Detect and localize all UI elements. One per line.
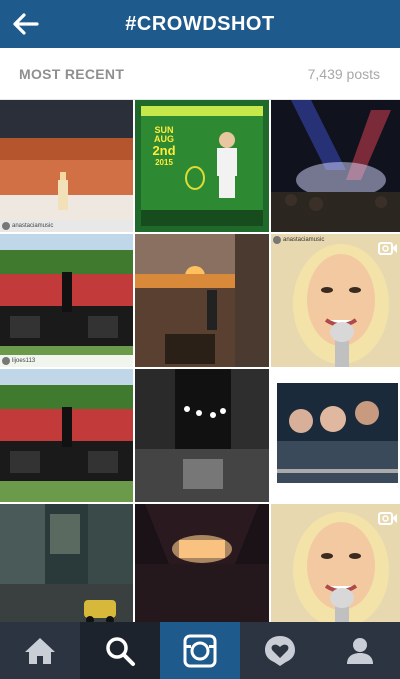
- photo-credit: lijoes113: [0, 355, 133, 367]
- section-header: MOST RECENT 7,439 posts: [0, 48, 400, 100]
- grid-tile-concert-crowd[interactable]: anastaciamusic: [0, 100, 133, 232]
- photo-credit: anastaciamusic: [0, 220, 133, 232]
- grid-tile-vintage-city[interactable]: [0, 504, 133, 622]
- arrow-left-icon: [13, 13, 39, 35]
- grid-tile-outdoor-stage-2[interactable]: [0, 369, 133, 502]
- nav-activity[interactable]: [240, 622, 320, 679]
- nav-profile[interactable]: [320, 622, 400, 679]
- nav-search[interactable]: [80, 622, 160, 679]
- section-label: MOST RECENT: [19, 65, 125, 82]
- grid-tile-singer-video[interactable]: anastaciamusic: [271, 234, 400, 367]
- grid-tile-sunset-stage[interactable]: [135, 234, 269, 367]
- photo-grid: anastaciamusic SUN AUG 2nd 2015 lijoes11…: [0, 100, 400, 622]
- page-title: #CROWDSHOT: [125, 12, 275, 35]
- grid-tile-tennis-flyer[interactable]: SUN AUG 2nd 2015: [135, 100, 269, 232]
- top-bar: #CROWDSHOT: [0, 0, 400, 48]
- post-count: 7,439 posts: [307, 65, 380, 82]
- search-icon: [106, 636, 135, 666]
- camera-icon: [183, 634, 217, 667]
- nav-camera[interactable]: [160, 622, 240, 679]
- grid-tile-singer-video-2[interactable]: [271, 504, 400, 622]
- grid-tile-fans-barrier[interactable]: [271, 369, 400, 502]
- profile-icon: [347, 637, 373, 664]
- activity-icon: [265, 635, 295, 666]
- home-icon: [25, 637, 55, 664]
- grid-tile-concert-lights[interactable]: [271, 100, 400, 232]
- bottom-nav: [0, 622, 400, 679]
- nav-home[interactable]: [0, 622, 80, 679]
- grid-tile-dark-stage[interactable]: [135, 504, 269, 622]
- video-camera-icon: [378, 242, 397, 255]
- video-camera-icon: [378, 512, 397, 525]
- grid-tile-night-street[interactable]: [135, 369, 269, 502]
- grid-tile-outdoor-stage[interactable]: lijoes113: [0, 234, 133, 367]
- flyer-date: SUN AUG 2nd 2015: [152, 125, 176, 168]
- back-button[interactable]: [8, 6, 44, 42]
